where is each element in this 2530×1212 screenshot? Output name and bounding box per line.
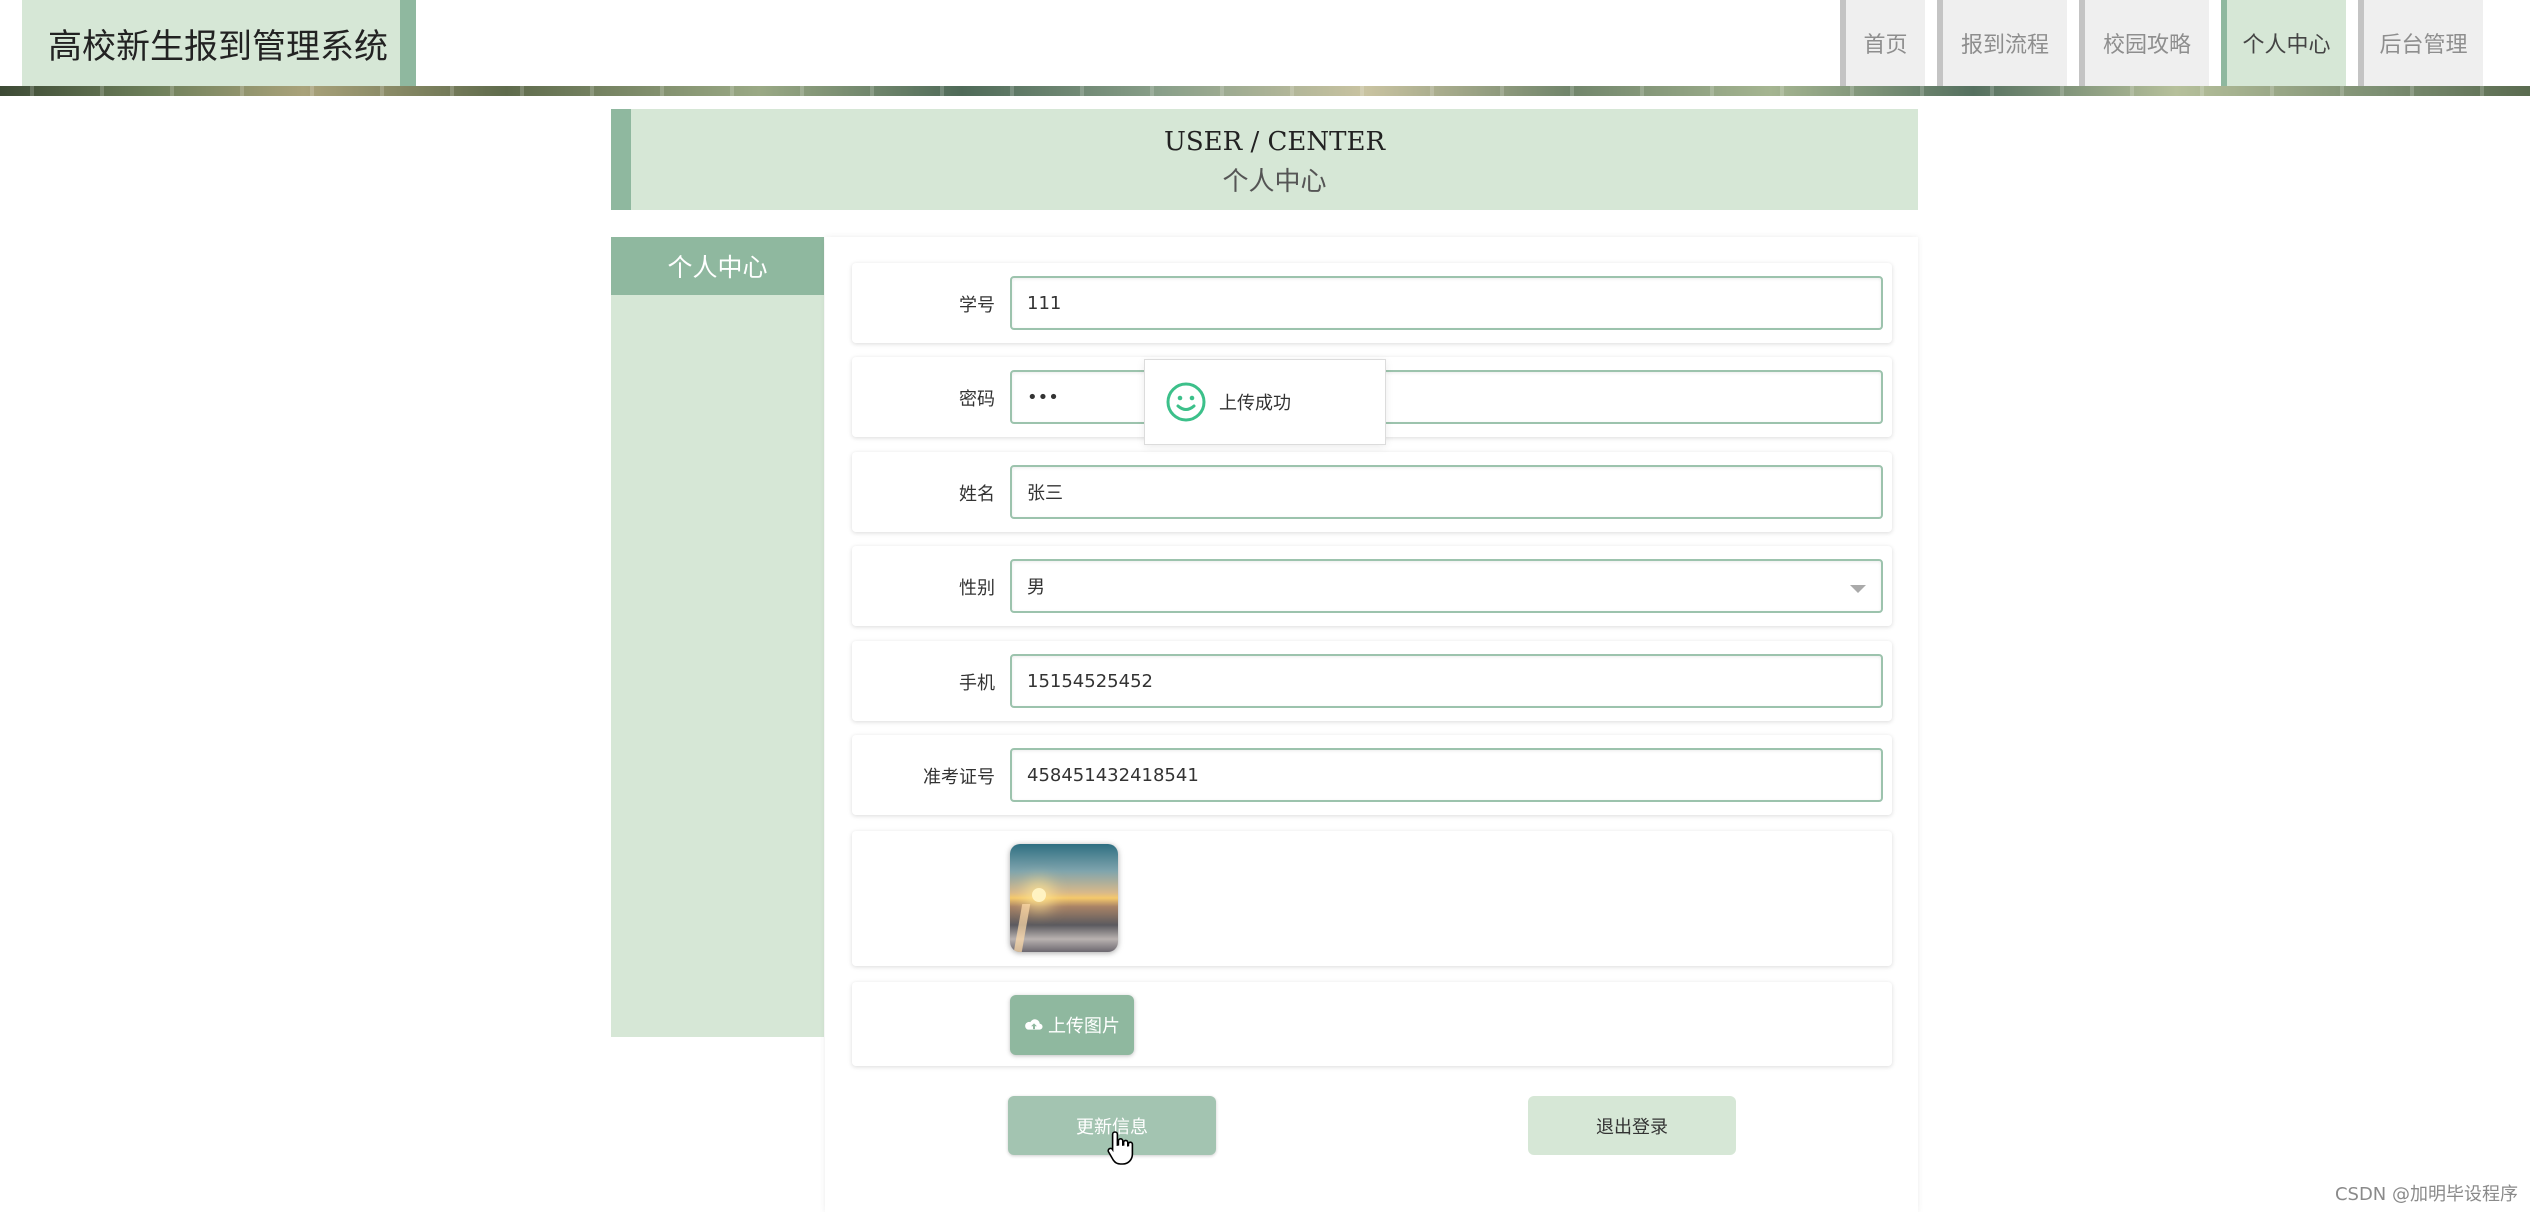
upload-image-label: 上传图片: [1048, 1016, 1120, 1037]
nav-campus-guide[interactable]: 校园攻略: [2079, 0, 2209, 86]
student-id-input[interactable]: 111: [1010, 276, 1883, 330]
nav-home[interactable]: 首页: [1840, 0, 1925, 86]
logout-button[interactable]: 退出登录: [1528, 1096, 1736, 1155]
nav-registration-process[interactable]: 报到流程: [1937, 0, 2067, 86]
upload-success-toast: 上传成功: [1144, 359, 1386, 445]
site-brand[interactable]: 高校新生报到管理系统: [22, 0, 416, 86]
sidebar: 个人中心: [611, 237, 824, 1037]
form-row-student-id: 学号 111: [852, 263, 1892, 343]
sidebar-item-label: 个人中心: [667, 253, 768, 282]
smile-icon: [1166, 382, 1206, 422]
form-row-exam-number: 准考证号 458451432418541: [852, 735, 1892, 815]
password-label: 密码: [959, 389, 995, 410]
nav-admin[interactable]: 后台管理: [2358, 0, 2483, 86]
nav-registration-process-label: 报到流程: [1960, 33, 2049, 58]
gender-select[interactable]: 男: [1010, 559, 1883, 613]
form-row-avatar: [852, 831, 1892, 966]
student-id-label: 学号: [959, 295, 995, 316]
phone-label: 手机: [959, 673, 995, 694]
upload-image-button[interactable]: 上传图片: [1010, 995, 1134, 1055]
avatar-road: [1013, 904, 1031, 952]
form-row-upload: 上传图片: [852, 982, 1892, 1066]
main-nav: 首页 报到流程 校园攻略 个人中心 后台管理: [1840, 0, 2483, 86]
name-label: 姓名: [959, 484, 995, 505]
nav-user-center-label: 个人中心: [2242, 33, 2331, 58]
hand-pointer-cursor-icon: [1107, 1131, 1134, 1165]
form-row-gender: 性别 男: [852, 546, 1892, 626]
top-header: 高校新生报到管理系统 首页 报到流程 校园攻略 个人中心 后台管理: [0, 0, 2530, 96]
logout-label: 退出登录: [1596, 1116, 1668, 1138]
nav-admin-label: 后台管理: [2379, 33, 2468, 58]
cloud-upload-icon: [1025, 1019, 1043, 1030]
exam-number-input[interactable]: 458451432418541: [1010, 748, 1883, 802]
avatar-sun-glow: [1032, 888, 1046, 902]
form-row-name: 姓名 张三: [852, 452, 1892, 532]
nav-user-center[interactable]: 个人中心: [2221, 0, 2346, 86]
form-row-phone: 手机 15154525452: [852, 641, 1892, 721]
section-title-banner: USER / CENTER 个人中心: [611, 109, 1918, 210]
toast-message: 上传成功: [1219, 393, 1291, 414]
exam-number-label: 准考证号: [923, 767, 995, 788]
site-title: 高校新生报到管理系统: [48, 26, 388, 67]
phone-input[interactable]: 15154525452: [1010, 654, 1883, 708]
section-title-en: USER / CENTER: [1163, 127, 1386, 157]
gender-label: 性别: [959, 578, 995, 599]
password-input[interactable]: •••: [1010, 370, 1883, 424]
section-title-zh: 个人中心: [1222, 167, 1327, 197]
avatar-image[interactable]: [1010, 844, 1118, 952]
watermark: CSDN @加明毕设程序: [2334, 1184, 2518, 1205]
sidebar-item-user-center[interactable]: 个人中心: [611, 237, 824, 295]
nav-home-label: 首页: [1863, 33, 1908, 58]
name-input[interactable]: 张三: [1010, 465, 1883, 519]
nav-campus-guide-label: 校园攻略: [2102, 33, 2191, 58]
